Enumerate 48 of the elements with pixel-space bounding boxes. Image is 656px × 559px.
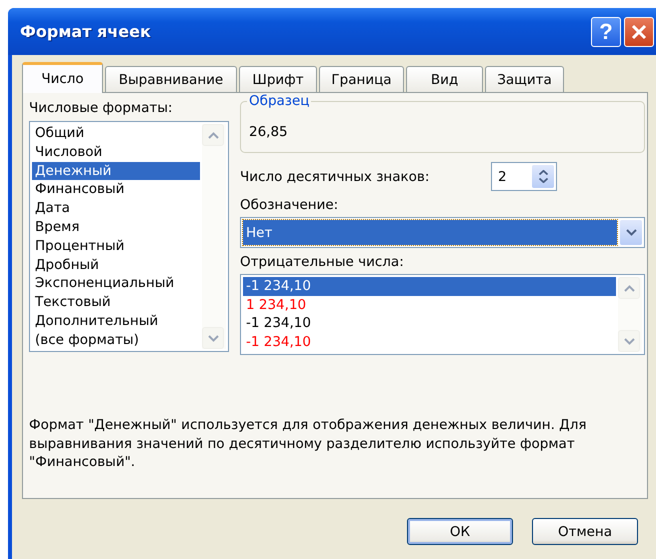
- list-item[interactable]: Время: [32, 218, 200, 237]
- chevron-up-icon: [208, 132, 218, 138]
- list-item[interactable]: Общий: [32, 124, 200, 143]
- chevron-up-icon: [624, 284, 634, 292]
- window-title: Формат ячеек: [20, 22, 152, 41]
- chevron-down-icon: [624, 338, 634, 344]
- list-item[interactable]: Экспоненциальный: [32, 274, 200, 294]
- list-item[interactable]: Текстовый: [32, 293, 200, 312]
- tab[interactable]: Число: [22, 62, 103, 93]
- list-item[interactable]: (все форматы): [32, 330, 200, 350]
- chevron-down-icon: [208, 334, 218, 342]
- list-item[interactable]: 1 234,10: [243, 296, 616, 314]
- list-item[interactable]: Финансовый: [32, 180, 200, 200]
- scroll-down-button[interactable]: [618, 330, 640, 352]
- scroll-up-button[interactable]: [202, 124, 224, 146]
- field-label: Обозначение:: [240, 196, 340, 214]
- tab[interactable]: Граница: [319, 66, 404, 92]
- close-icon: [631, 24, 647, 40]
- list-item[interactable]: -1 234,10: [243, 314, 616, 332]
- list-item[interactable]: Дата: [32, 199, 200, 218]
- list-label: Числовые форматы:: [29, 99, 174, 117]
- tab[interactable]: Вид: [406, 66, 483, 92]
- list-item[interactable]: -1 234,10: [243, 332, 616, 351]
- tab[interactable]: Выравнивание: [105, 66, 237, 92]
- scroll-up-button[interactable]: [618, 277, 640, 299]
- list-item[interactable]: Процентный: [32, 236, 200, 256]
- field-label: Число десятичных знаков:: [240, 168, 430, 186]
- tab[interactable]: Шрифт: [239, 66, 317, 92]
- chevron-down-icon: [626, 229, 636, 236]
- dropdown-field[interactable]: Нет: [240, 217, 645, 248]
- tab[interactable]: Защита: [485, 66, 564, 92]
- list-item[interactable]: -1 234,10: [243, 277, 616, 296]
- list-item[interactable]: Денежный: [32, 162, 200, 180]
- description-text: Формат "Денежный" используется для отображения денежных величин. Для выравнивания значений по десятичному разделителю используйте формат "Финансовый".: [29, 416, 588, 472]
- dialog-button[interactable]: Отмена: [532, 518, 638, 545]
- list-item[interactable]: Числовой: [32, 142, 200, 162]
- sample-value: 26,85: [249, 124, 288, 140]
- list-item[interactable]: Дополнительный: [32, 312, 200, 331]
- close-button[interactable]: [624, 16, 654, 46]
- spin-field[interactable]: 2: [491, 162, 557, 191]
- list-label: Отрицательные числа:: [240, 253, 405, 271]
- help-button[interactable]: ?: [591, 16, 621, 46]
- dropdown-button[interactable]: [620, 220, 642, 245]
- group-title: Образец: [247, 93, 312, 109]
- scroll-down-button[interactable]: [202, 327, 224, 349]
- list-item[interactable]: Дробный: [32, 256, 200, 274]
- spin-buttons[interactable]: [532, 165, 554, 188]
- dialog-button[interactable]: ОК: [407, 518, 513, 545]
